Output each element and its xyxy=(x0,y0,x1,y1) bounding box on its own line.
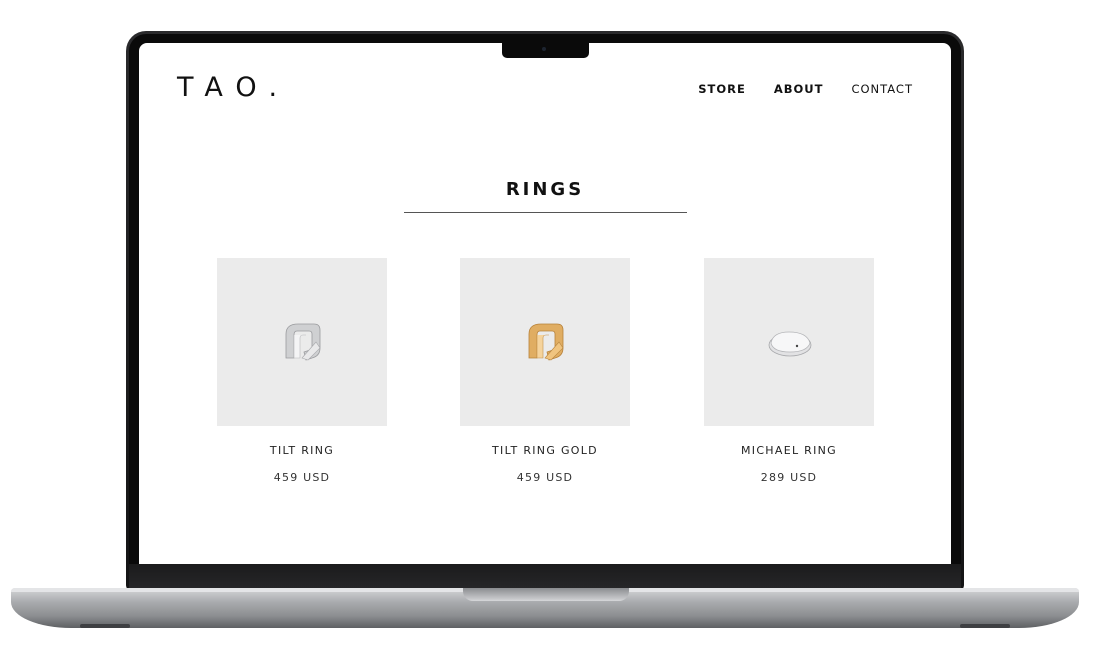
site-logo[interactable]: TAO. xyxy=(177,72,290,103)
title-divider xyxy=(404,212,687,213)
product-grid: TILT RING 459 USD TILT RING GOLD 459 USD xyxy=(139,258,951,498)
product-name[interactable]: TILT RING GOLD xyxy=(460,444,630,457)
product-price: 459 USD xyxy=(273,471,331,484)
laptop-mockup: TAO. STORE ABOUT CONTACT RINGS TILT RING… xyxy=(0,0,1108,656)
laptop-foot-right xyxy=(960,624,1010,628)
product-name[interactable]: MICHAEL RING xyxy=(704,444,874,457)
product-image[interactable] xyxy=(217,258,387,426)
product-price: 459 USD xyxy=(516,471,574,484)
product-image[interactable] xyxy=(460,258,630,426)
product-card-tilt-ring-gold[interactable]: TILT RING GOLD 459 USD xyxy=(460,258,630,484)
laptop-chin xyxy=(129,564,961,588)
signet-ring-icon xyxy=(768,331,812,357)
product-card-michael-ring[interactable]: MICHAEL RING 289 USD xyxy=(704,258,874,484)
product-name[interactable]: TILT RING xyxy=(217,444,387,457)
nav-about-link[interactable]: ABOUT xyxy=(774,82,824,96)
silver-ring-icon xyxy=(285,323,321,361)
camera-notch xyxy=(502,43,589,58)
product-image[interactable] xyxy=(704,258,874,426)
main-nav: STORE ABOUT CONTACT xyxy=(698,82,913,96)
product-price: 289 USD xyxy=(760,471,818,484)
camera-icon xyxy=(542,47,546,51)
browser-screen: TAO. STORE ABOUT CONTACT RINGS TILT RING… xyxy=(139,43,951,564)
nav-contact-link[interactable]: CONTACT xyxy=(851,82,913,96)
gold-ring-icon xyxy=(528,323,564,361)
page-title: RINGS xyxy=(505,179,585,200)
lid-opening-groove xyxy=(463,588,629,601)
nav-store-link[interactable]: STORE xyxy=(698,82,746,96)
laptop-foot-left xyxy=(80,624,130,628)
product-card-tilt-ring[interactable]: TILT RING 459 USD xyxy=(217,258,387,484)
